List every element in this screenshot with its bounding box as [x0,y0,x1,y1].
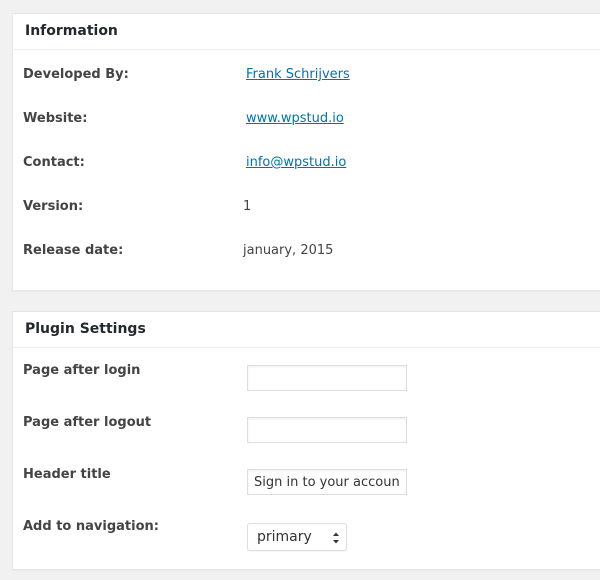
add-to-navigation-label: Add to navigation: [23,519,159,534]
header-title-label: Header title [23,467,111,482]
information-panel: Information Developed By: Frank Schrijve… [12,13,600,291]
plugin-settings-title: Plugin Settings [13,312,600,348]
version-label: Version: [23,199,84,214]
page-after-login-label: Page after login [23,363,141,378]
website-label: Website: [23,111,88,126]
info-row-release-date: Release date: january, 2015 [13,242,600,266]
add-to-navigation-select[interactable]: primary [247,523,347,551]
add-to-navigation-selected: primary [257,529,312,545]
page-after-login-input[interactable] [247,365,407,391]
info-row-contact: Contact: info@wpstud.io [13,154,600,178]
information-title: Information [13,14,600,50]
contact-email-link[interactable]: info@wpstud.io [246,154,346,172]
plugin-settings-panel: Plugin Settings Page after login Page af… [12,311,600,570]
developed-by-label: Developed By: [23,67,129,82]
info-row-website: Website: www.wpstud.io [13,110,600,134]
release-date-value: january, 2015 [243,243,334,258]
release-date-label: Release date: [23,243,124,258]
page-after-logout-input[interactable] [247,417,407,443]
info-row-version: Version: 1 [13,198,600,222]
info-row-developer: Developed By: Frank Schrijvers [13,66,600,90]
up-down-chevron-icon [332,529,340,545]
version-value: 1 [243,199,252,214]
developer-link[interactable]: Frank Schrijvers [246,66,350,84]
website-link[interactable]: www.wpstud.io [246,110,344,128]
header-title-input[interactable] [247,469,407,495]
contact-label: Contact: [23,155,85,170]
page-after-logout-label: Page after logout [23,415,152,430]
